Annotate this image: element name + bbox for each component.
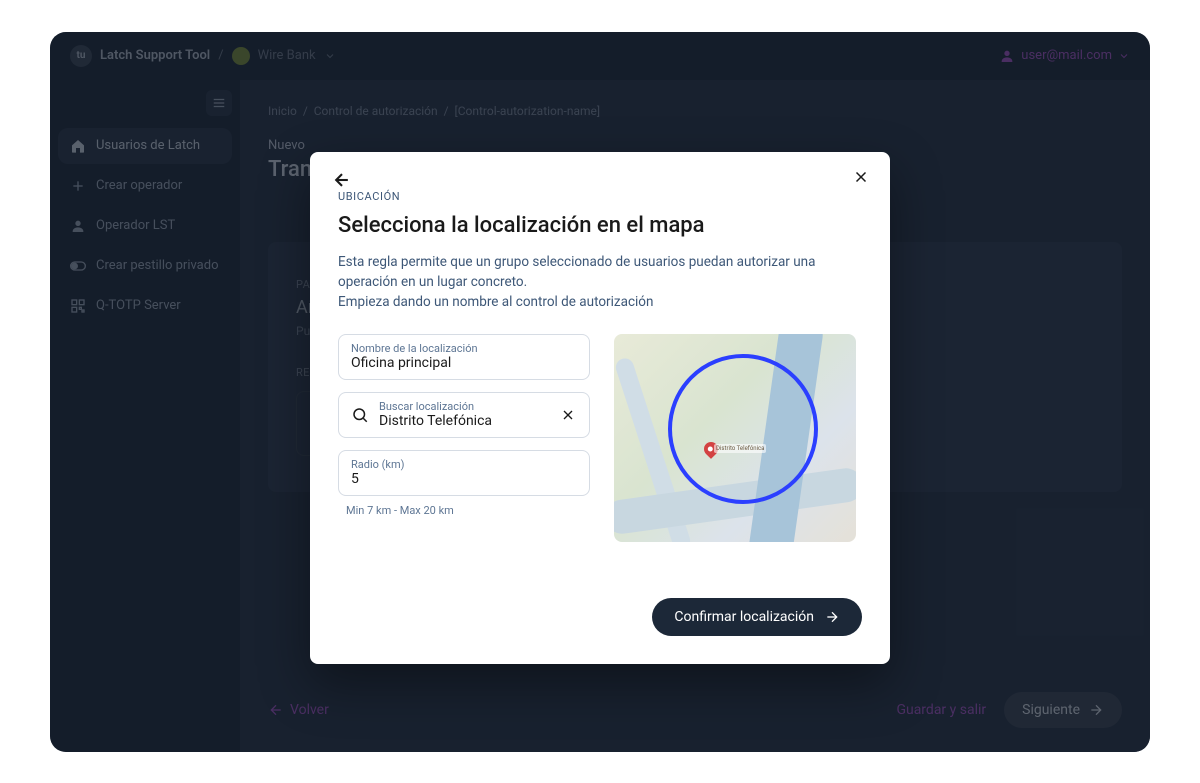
radius-circle-icon: [668, 354, 818, 504]
field-label: Radio (km): [351, 458, 577, 471]
field-label: Buscar localización: [379, 400, 549, 413]
app-frame: tu Latch Support Tool / Wire Bank user@m…: [50, 32, 1150, 752]
modal-close-button[interactable]: [852, 168, 870, 186]
modal-description: Esta regla permite que un grupo seleccio…: [338, 252, 862, 313]
modal-overlay: UBICACIÓN Selecciona la localización en …: [50, 32, 1150, 752]
clear-icon[interactable]: [559, 406, 577, 424]
field-label: Nombre de la localización: [351, 342, 577, 355]
modal-back-button[interactable]: [332, 170, 352, 190]
search-icon: [351, 406, 369, 424]
arrow-right-icon: [824, 609, 840, 625]
field-value: Distrito Telefónica: [379, 413, 549, 429]
field-value: 5: [351, 471, 577, 487]
map-preview[interactable]: Distrito Telefónica: [614, 334, 856, 542]
location-name-field[interactable]: Nombre de la localización Oficina princi…: [338, 334, 590, 380]
map-pin-label: Distrito Telefónica: [714, 444, 766, 453]
search-location-field[interactable]: Buscar localización Distrito Telefónica: [338, 392, 590, 438]
radius-hint: Min 7 km - Max 20 km: [338, 504, 590, 517]
location-modal: UBICACIÓN Selecciona la localización en …: [310, 152, 890, 665]
radius-field[interactable]: Radio (km) 5: [338, 450, 590, 496]
field-value: Oficina principal: [351, 355, 577, 371]
modal-title: Selecciona la localización en el mapa: [338, 213, 862, 238]
confirm-location-button[interactable]: Confirmar localización: [652, 598, 862, 636]
modal-eyebrow: UBICACIÓN: [338, 190, 862, 203]
